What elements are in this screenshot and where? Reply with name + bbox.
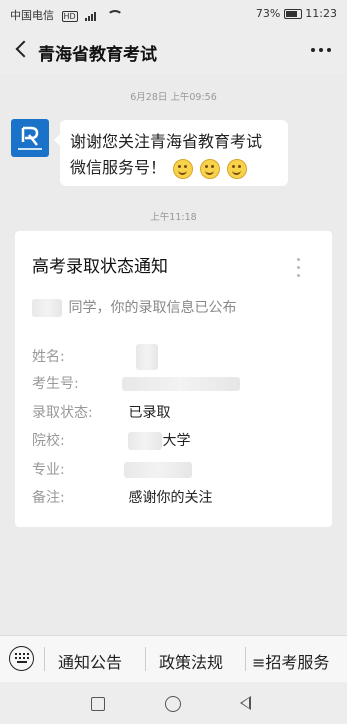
- welcome-line-1: 谢谢您关注青海省教育考试: [70, 132, 263, 151]
- status-right: 73% 11:23: [256, 7, 337, 20]
- redacted-value: [128, 432, 163, 450]
- back-triangle-icon[interactable]: [240, 696, 251, 710]
- card-title: 高考录取状态通知: [32, 257, 168, 277]
- field-school: 院校: 大学: [32, 430, 190, 450]
- menu-item-policies[interactable]: 政策法规: [159, 649, 223, 673]
- redacted-value: [124, 462, 193, 478]
- timestamp: 上午11:18: [150, 212, 197, 223]
- redacted-name: [32, 299, 62, 317]
- field-value: 感谢你的关注: [128, 490, 213, 506]
- greeting-line: 同学，你的录取信息已公布: [32, 297, 236, 317]
- clock: 11:23: [305, 7, 337, 20]
- divider: [245, 647, 246, 671]
- card-more-icon[interactable]: [297, 258, 301, 278]
- avatar[interactable]: [11, 119, 49, 157]
- field-exam-number: 考生号:: [32, 373, 241, 393]
- bottom-menu: 通知公告 政策法规 ≡招考服务: [0, 635, 347, 683]
- divider: [44, 647, 45, 671]
- field-label: 录取状态:: [32, 405, 93, 421]
- field-label: 院校:: [32, 433, 65, 449]
- field-remark: 备注: 感谢你的关注: [32, 487, 212, 507]
- message-bubble: 谢谢您关注青海省教育考试 微信服务号！: [54, 120, 288, 186]
- redacted-value: [122, 377, 241, 391]
- smiley-emoji-icon: [173, 158, 194, 179]
- divider: [145, 647, 146, 671]
- field-value: 大学: [162, 433, 191, 449]
- smiley-emoji-icon: [200, 158, 221, 179]
- keyboard-icon[interactable]: [9, 646, 34, 671]
- notification-card[interactable]: 高考录取状态通知 同学，你的录取信息已公布 姓名: 考生号: 录取状态: 已录取…: [15, 231, 332, 527]
- timestamp: 6月28日 上午09:56: [130, 92, 217, 103]
- system-nav-bar: [0, 682, 347, 724]
- chat-header: 青海省教育考试: [0, 28, 347, 74]
- signal-icon: [85, 11, 99, 21]
- field-value: 已录取: [128, 405, 171, 421]
- battery-icon: [283, 9, 302, 19]
- wifi-icon: [106, 9, 123, 23]
- status-bar: 中国电信 HD 73% 11:23: [0, 0, 347, 28]
- logo-icon: [18, 126, 42, 150]
- recents-icon[interactable]: [91, 697, 105, 711]
- home-icon[interactable]: [165, 696, 181, 712]
- back-arrow-icon[interactable]: [12, 38, 34, 60]
- battery-label: 73%: [255, 7, 281, 20]
- field-label: 备注:: [32, 490, 65, 506]
- field-major: 专业:: [32, 459, 193, 479]
- field-label: 姓名:: [32, 349, 65, 365]
- smiley-emoji-icon: [227, 158, 248, 179]
- redacted-value: [136, 344, 159, 370]
- menu-item-notices[interactable]: 通知公告: [58, 649, 122, 673]
- carrier-label: 中国电信: [10, 9, 54, 22]
- menu-item-exam-services[interactable]: ≡招考服务: [252, 649, 329, 673]
- welcome-line-2: 微信服务号！: [70, 158, 167, 177]
- greeting-text: 同学，你的录取信息已公布: [68, 300, 237, 316]
- page-title: 青海省教育考试: [38, 45, 157, 65]
- field-label: 考生号:: [32, 376, 79, 392]
- field-label: 专业:: [32, 462, 65, 478]
- field-status: 录取状态: 已录取: [32, 402, 170, 422]
- field-name: 姓名:: [32, 344, 159, 370]
- status-left: 中国电信 HD: [10, 7, 123, 23]
- more-dots-icon[interactable]: [311, 48, 333, 54]
- hd-badge: HD: [61, 10, 78, 22]
